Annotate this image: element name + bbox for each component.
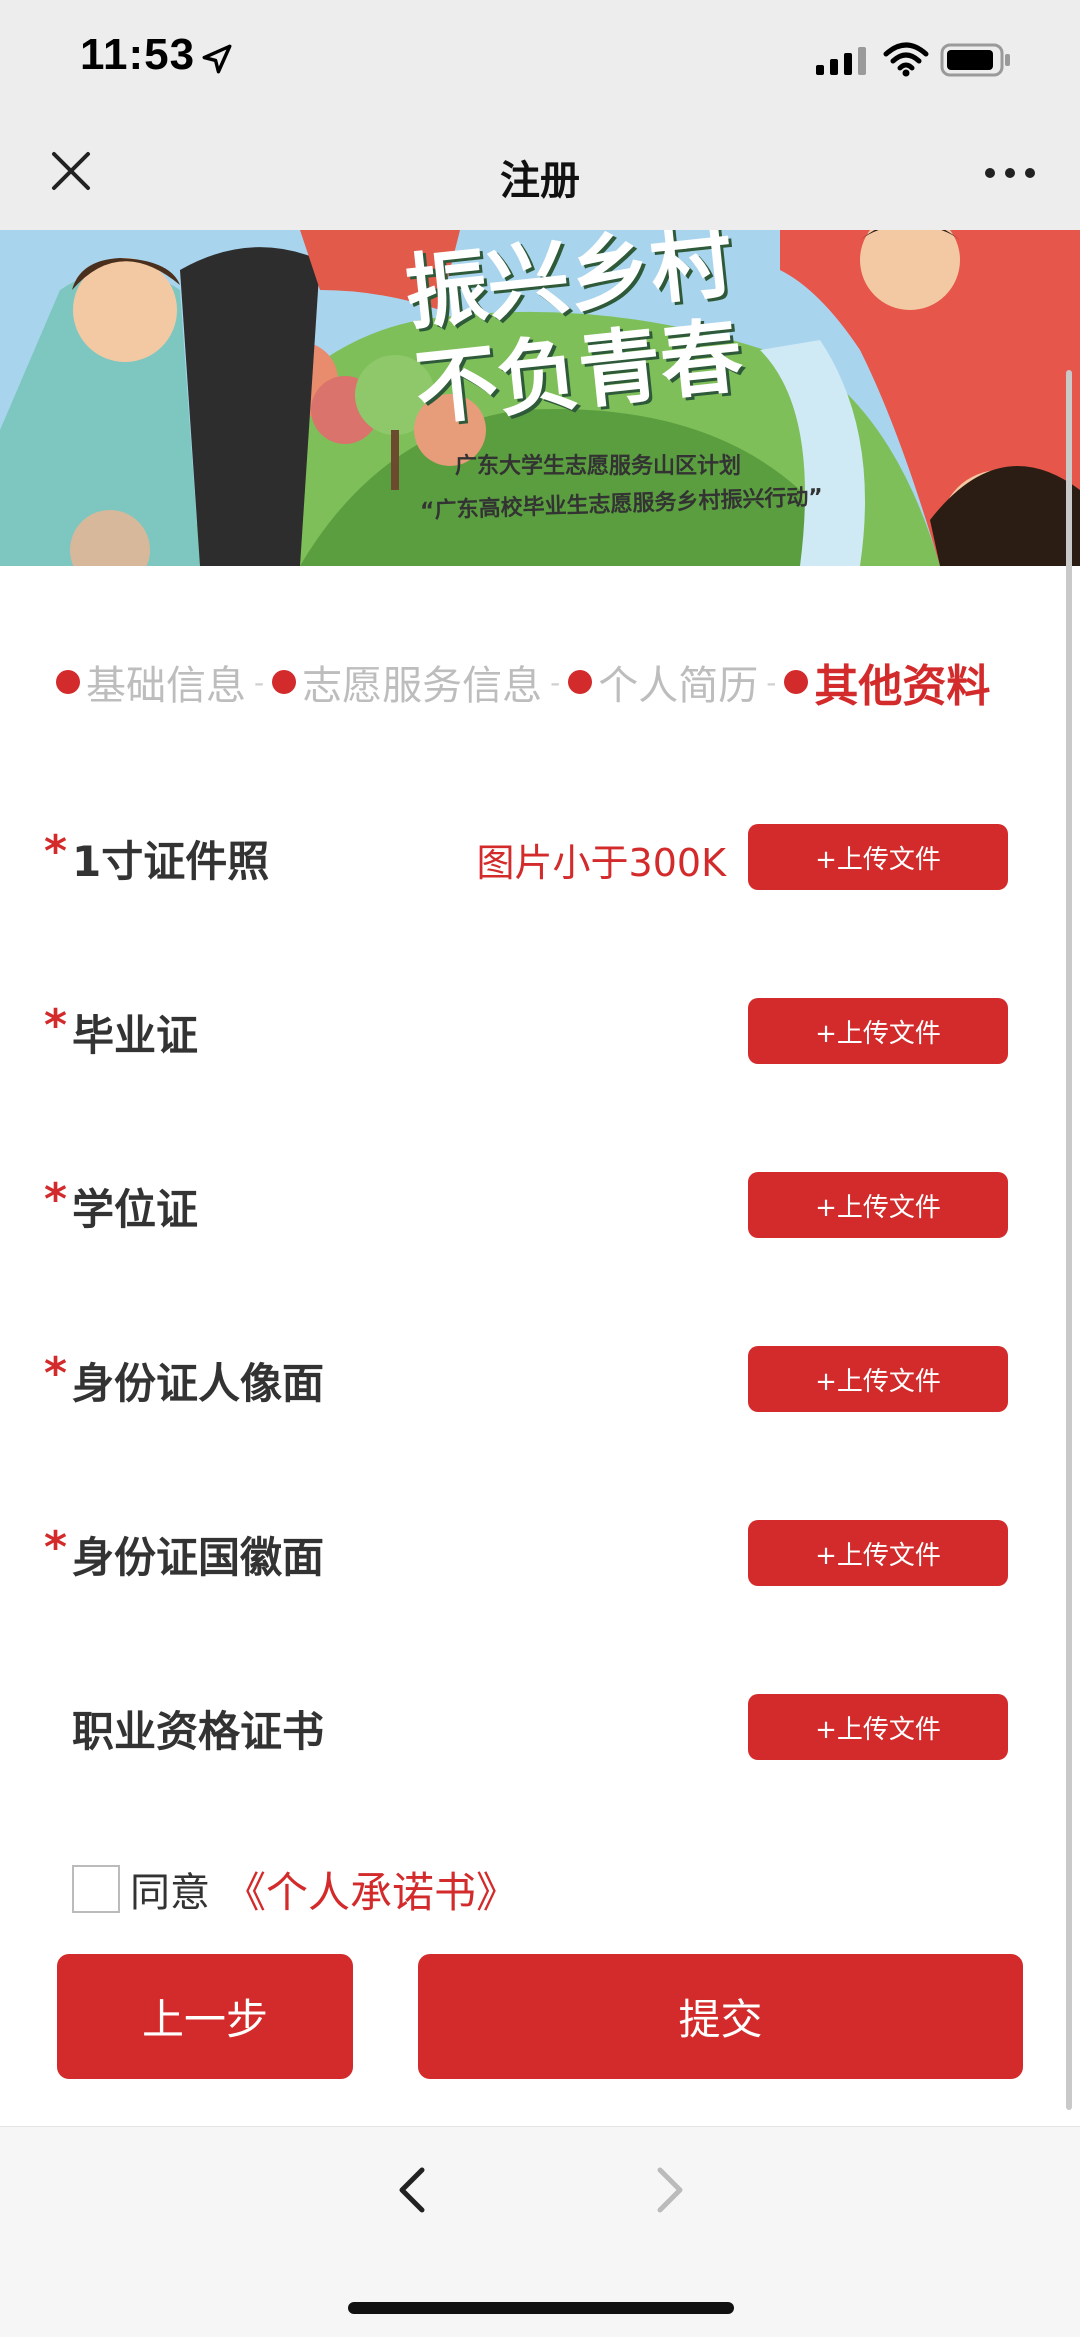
field-label: 学位证 xyxy=(72,1185,199,1234)
step-other-docs: 其他资料 xyxy=(784,650,990,714)
step-volunteer-info: 志愿服务信息 xyxy=(272,653,542,711)
field-label: 身份证人像面 xyxy=(72,1359,325,1408)
cellular-signal-icon xyxy=(816,47,866,75)
upload-row-certificate: 职业资格证书 +上传文件 xyxy=(0,1694,1080,1776)
upload-button[interactable]: +上传文件 xyxy=(748,1520,1008,1586)
field-label: 1寸证件照 xyxy=(72,837,270,886)
upload-row-id-photo: * 1寸证件照 图片小于300K +上传文件 xyxy=(0,824,1080,906)
required-mark: * xyxy=(44,1348,68,1399)
upload-button[interactable]: +上传文件 xyxy=(748,824,1008,890)
agree-checkbox[interactable] xyxy=(72,1865,120,1913)
upload-button[interactable]: +上传文件 xyxy=(748,1346,1008,1412)
prev-step-button[interactable]: 上一步 xyxy=(57,1954,353,2079)
step-separator: - xyxy=(254,665,265,699)
step-separator: - xyxy=(766,665,777,699)
upload-row-id-front: * 身份证人像面 +上传文件 xyxy=(0,1346,1080,1428)
upload-button[interactable]: +上传文件 xyxy=(748,998,1008,1064)
upload-row-degree: * 学位证 +上传文件 xyxy=(0,1172,1080,1254)
page-title: 注册 xyxy=(500,158,580,204)
wifi-icon xyxy=(883,42,929,77)
commitment-link[interactable]: 《个人承诺书》 xyxy=(224,1859,518,1920)
size-hint: 图片小于300K xyxy=(476,841,726,885)
battery-icon xyxy=(940,43,1010,77)
upload-row-id-back: * 身份证国徽面 +上传文件 xyxy=(0,1520,1080,1602)
step-basic-info: 基础信息 xyxy=(56,653,246,711)
chevron-left-icon[interactable] xyxy=(392,2162,432,2218)
more-icon[interactable] xyxy=(980,158,1040,188)
step-dot-icon xyxy=(272,670,297,694)
step-dot-icon xyxy=(568,670,593,694)
status-time: 11:53 xyxy=(80,30,196,79)
required-mark: * xyxy=(44,826,68,877)
required-mark: * xyxy=(44,1522,68,1573)
step-resume: 个人简历 xyxy=(568,653,758,711)
location-arrow-icon xyxy=(202,44,232,74)
step-separator: - xyxy=(550,665,561,699)
upload-row-diploma: * 毕业证 +上传文件 xyxy=(0,998,1080,1080)
step-dot-icon xyxy=(784,670,809,694)
chevron-right-icon[interactable] xyxy=(650,2162,690,2218)
upload-button[interactable]: +上传文件 xyxy=(748,1172,1008,1238)
submit-button[interactable]: 提交 xyxy=(418,1954,1023,2079)
step-label: 志愿服务信息 xyxy=(302,663,543,709)
scrollbar[interactable] xyxy=(1066,370,1072,2110)
required-mark: * xyxy=(44,1000,68,1051)
field-label: 身份证国徽面 xyxy=(72,1533,325,1582)
field-label: 职业资格证书 xyxy=(72,1707,325,1756)
banner-title: 振兴乡村 不负青春 xyxy=(400,230,748,438)
banner-image: 振兴乡村 不负青春 广东大学生志愿服务山区计划 “广东高校毕业生志愿服务乡村振兴行… xyxy=(0,230,1080,566)
home-indicator[interactable] xyxy=(348,2302,734,2314)
step-indicator: 基础信息 - 志愿服务信息 - 个人简历 - 其他资料 xyxy=(56,653,990,712)
agree-label: 同意 xyxy=(130,1870,210,1916)
agreement-row: 同意 《个人承诺书》 xyxy=(72,1864,518,1917)
step-label: 基础信息 xyxy=(86,663,246,709)
field-label: 毕业证 xyxy=(72,1011,199,1060)
step-label: 个人简历 xyxy=(598,663,759,709)
step-dot-icon xyxy=(56,670,80,694)
upload-button[interactable]: +上传文件 xyxy=(748,1694,1008,1760)
banner-subtitle: 广东大学生志愿服务山区计划 xyxy=(455,454,742,479)
step-label: 其他资料 xyxy=(814,661,991,712)
required-mark: * xyxy=(44,1174,68,1225)
